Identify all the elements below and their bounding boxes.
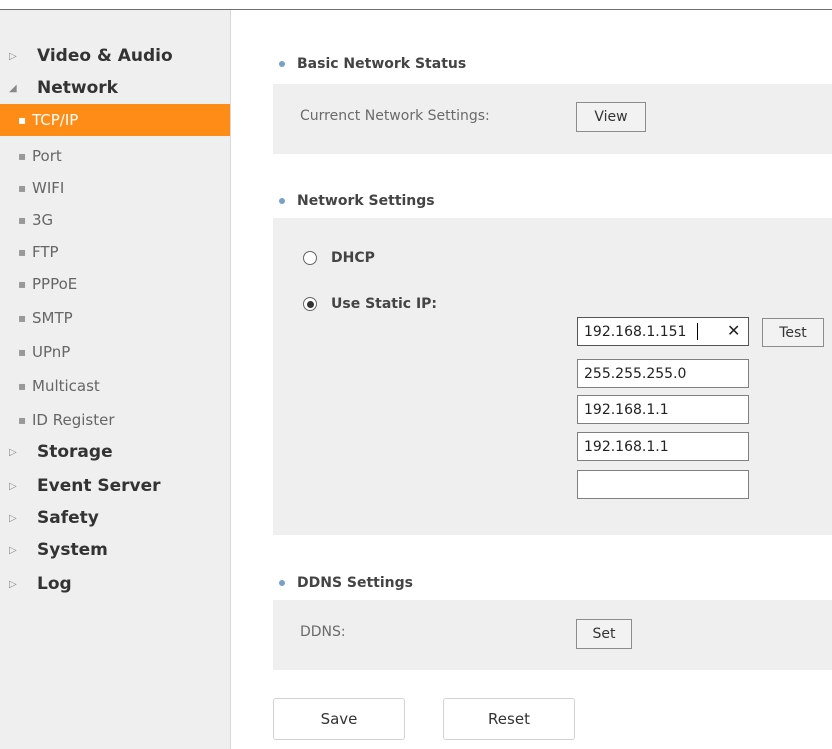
gateway-input[interactable]: [577, 395, 749, 424]
bullet-icon: ▪: [18, 113, 27, 127]
triangle-right-icon: ▷: [9, 544, 17, 556]
sidebar-item-label: UPnP: [32, 343, 71, 361]
sidebar-item-safety[interactable]: ▷ Safety: [0, 502, 230, 534]
primary-dns-input[interactable]: [577, 432, 749, 461]
dhcp-option[interactable]: DHCP: [303, 250, 375, 266]
triangle-right-icon: ▷: [9, 578, 17, 590]
dhcp-radio[interactable]: [303, 251, 317, 265]
reset-button[interactable]: Reset: [443, 698, 575, 740]
sidebar-item-label: FTP: [32, 243, 59, 261]
static-ip-label: Use Static IP:: [331, 296, 438, 312]
subnet-mask-input[interactable]: [577, 359, 749, 388]
triangle-down-icon: ◢: [9, 82, 17, 94]
ddns-label: DDNS:: [300, 624, 346, 640]
sidebar-item-label: PPPoE: [32, 275, 78, 293]
sidebar-item-label: Port: [32, 147, 62, 165]
bullet-icon: ▪: [18, 311, 27, 325]
sidebar-item-system[interactable]: ▷ System: [0, 534, 230, 566]
sidebar-item-label: Log: [37, 574, 72, 594]
clear-icon[interactable]: ✕: [727, 321, 740, 340]
section-title-text: Network Settings: [297, 193, 435, 209]
sidebar-item-multicast[interactable]: ▪ Multicast: [0, 370, 230, 402]
sidebar-item-label: Multicast: [32, 377, 100, 395]
dot-icon: [279, 61, 285, 67]
triangle-right-icon: ▷: [9, 512, 17, 524]
sidebar-item-label: Network: [37, 78, 118, 98]
primary-dns-row: Primary DNS:: [413, 432, 832, 462]
current-settings-label: Currenct Network Settings:: [300, 108, 490, 124]
section-title-text: DDNS Settings: [297, 575, 413, 591]
sidebar-item-label: SMTP: [32, 309, 73, 327]
set-button[interactable]: Set: [576, 619, 632, 649]
bullet-icon: ▪: [18, 379, 27, 393]
sidebar-item-video-audio[interactable]: ▷ Video & Audio: [0, 40, 230, 72]
sidebar-item-3g[interactable]: ▪ 3G: [0, 204, 230, 236]
bullet-icon: ▪: [18, 245, 27, 259]
secondary-dns-input[interactable]: [577, 470, 749, 499]
save-button[interactable]: Save: [273, 698, 405, 740]
section-title-network-settings: Network Settings: [279, 193, 435, 209]
bullet-icon: ▪: [18, 277, 27, 291]
basic-status-panel: Currenct Network Settings: View: [273, 84, 832, 154]
sidebar-item-label: 3G: [32, 211, 54, 229]
bullet-icon: ▪: [18, 413, 27, 427]
dot-icon: [279, 580, 285, 586]
secondary-dns-row: Secondary DNS:: [413, 470, 832, 500]
section-title-basic-status: Basic Network Status: [279, 56, 466, 72]
triangle-right-icon: ▷: [9, 480, 17, 492]
sidebar-item-pppoe[interactable]: ▪ PPPoE: [0, 268, 230, 300]
ddns-panel: DDNS: Set: [273, 600, 832, 670]
sidebar-item-label: Event Server: [37, 476, 161, 496]
test-button[interactable]: Test: [762, 318, 824, 347]
bullet-icon: ▪: [18, 149, 27, 163]
text-caret: [697, 323, 698, 340]
dhcp-label: DHCP: [331, 250, 375, 266]
sidebar-item-label: Safety: [37, 508, 99, 528]
radio-selected-dot: [306, 300, 314, 308]
static-ip-radio[interactable]: [303, 297, 317, 311]
sidebar-item-label: TCP/IP: [32, 111, 79, 129]
sidebar-item-label: WIFI: [32, 179, 65, 197]
sidebar-item-event-server[interactable]: ▷ Event Server: [0, 470, 230, 502]
triangle-right-icon: ▷: [9, 446, 17, 458]
sidebar-item-log[interactable]: ▷ Log: [0, 568, 230, 600]
view-button[interactable]: View: [576, 102, 646, 132]
sidebar-item-id-register[interactable]: ▪ ID Register: [0, 404, 230, 436]
sidebar: ▷ Video & Audio ◢ Network ▪ TCP/IP ▪ Por…: [0, 10, 231, 749]
section-title-text: Basic Network Status: [297, 56, 467, 72]
section-title-ddns: DDNS Settings: [279, 575, 413, 591]
bullet-icon: ▪: [18, 181, 27, 195]
top-border: [0, 0, 832, 10]
sidebar-item-wifi[interactable]: ▪ WIFI: [0, 172, 230, 204]
sidebar-item-tcpip[interactable]: ▪ TCP/IP: [0, 104, 230, 136]
ip-address-row: IP address: ✕ Test: [413, 317, 832, 347]
ip-address-input[interactable]: [577, 317, 749, 346]
sidebar-item-upnp[interactable]: ▪ UPnP: [0, 336, 230, 368]
dot-icon: [279, 198, 285, 204]
sidebar-item-label: Storage: [37, 442, 113, 462]
main-content: Basic Network Status Currenct Network Se…: [231, 10, 832, 749]
gateway-row: Gateway:: [413, 395, 832, 425]
sidebar-item-storage[interactable]: ▷ Storage: [0, 436, 230, 468]
subnet-mask-row: Subnet mask:: [413, 359, 832, 389]
sidebar-item-smtp[interactable]: ▪ SMTP: [0, 302, 230, 334]
bullet-icon: ▪: [18, 213, 27, 227]
sidebar-item-network[interactable]: ◢ Network: [0, 72, 230, 104]
sidebar-item-label: System: [37, 540, 108, 560]
triangle-right-icon: ▷: [9, 50, 17, 62]
sidebar-item-ftp[interactable]: ▪ FTP: [0, 236, 230, 268]
sidebar-item-label: Video & Audio: [37, 46, 173, 66]
network-settings-panel: DHCP Use Static IP: IP address: ✕ Test S…: [273, 218, 832, 535]
sidebar-item-label: ID Register: [32, 411, 115, 429]
sidebar-item-port[interactable]: ▪ Port: [0, 140, 230, 172]
bullet-icon: ▪: [18, 345, 27, 359]
static-ip-option[interactable]: Use Static IP:: [303, 296, 437, 312]
